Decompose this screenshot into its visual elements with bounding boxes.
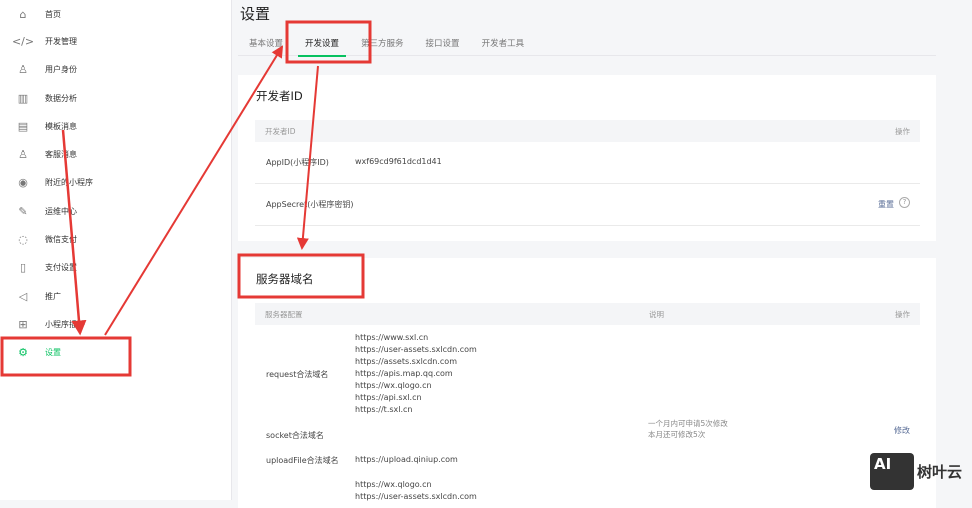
sidebar-item-wechat-pay[interactable]: ◌ 微信支付 xyxy=(0,225,232,253)
sidebar-item-promotion[interactable]: ◁ 推广 xyxy=(0,282,232,310)
domain-item: https://wx.qlogo.cn xyxy=(355,381,432,390)
tab-api-settings[interactable]: 接口设置 xyxy=(415,34,471,56)
sidebar-item-template-msg[interactable]: ▤ 模板消息 xyxy=(0,112,232,140)
sidebar: ⌂ 首页 </> 开发管理 ♙ 用户身份 ▥ 数据分析 ▤ 模板消息 ♙ 客服消息 ◉ 附近的… xyxy=(0,0,232,500)
sidebar-item-label: 客服消息 xyxy=(45,149,77,159)
sidebar-item-label: 数据分析 xyxy=(45,93,77,103)
tab-third-party[interactable]: 第三方服务 xyxy=(350,34,415,56)
domain-item: https://www.sxl.cn xyxy=(355,333,429,342)
domain-item: https://upload.qiniup.com xyxy=(355,455,458,464)
sidebar-item-settings[interactable]: ⚙ 设置 xyxy=(0,338,232,366)
pay-icon: ◌ xyxy=(18,232,28,246)
sidebar-item-dev-manage[interactable]: </> 开发管理 xyxy=(0,27,232,55)
domain-item: https://assets.sxlcdn.com xyxy=(355,357,457,366)
domain-item: https://user-assets.sxlcdn.com xyxy=(355,345,477,354)
grid-icon: ⊞ xyxy=(18,317,28,331)
developer-id-card: 开发者ID 开发者ID 操作 AppID(小程序ID) wxf69cd9f61d… xyxy=(238,75,936,241)
sidebar-item-plugins[interactable]: ⊞ 小程序插件 xyxy=(0,310,232,338)
domain-item: https://apis.map.qq.com xyxy=(355,369,453,378)
tab-basic-settings[interactable]: 基本设置 xyxy=(238,34,294,56)
domain-item: https://api.sxl.cn xyxy=(355,393,422,402)
request-domain-list: https://www.sxl.cn https://user-assets.s… xyxy=(355,332,477,416)
user-icon: ♙ xyxy=(18,147,28,161)
sidebar-item-label: 首页 xyxy=(45,9,61,19)
table-header: 服务器配置 说明 操作 xyxy=(255,303,920,325)
gear-icon: ⚙ xyxy=(18,345,28,359)
reset-button[interactable]: 重置 xyxy=(878,199,894,210)
watermark-text: 树叶云 xyxy=(917,463,963,481)
sidebar-item-label: 模板消息 xyxy=(45,121,77,131)
watermark-logo: AI xyxy=(870,453,914,490)
server-domain-card: 服务器域名 服务器配置 说明 操作 request合法域名 https://ww… xyxy=(238,258,936,508)
document-icon: ▤ xyxy=(17,119,29,133)
sidebar-item-label: 运维中心 xyxy=(45,206,77,216)
upload-domain-list: https://upload.qiniup.com xyxy=(355,454,458,466)
domain-item: https://wx.qlogo.cn xyxy=(355,480,432,489)
sidebar-item-ops[interactable]: ✎ 运维中心 xyxy=(0,197,232,225)
col-operation: 操作 xyxy=(895,310,910,319)
col-developer-id: 开发者ID xyxy=(265,127,296,136)
home-icon: ⌂ xyxy=(19,7,27,21)
sidebar-item-label: 小程序插件 xyxy=(45,319,85,329)
megaphone-icon: ◁ xyxy=(18,289,28,303)
socket-domain-label: socket合法域名 xyxy=(266,431,324,440)
wrench-icon: ✎ xyxy=(18,204,28,218)
sidebar-item-label: 推广 xyxy=(45,291,61,301)
chart-icon: ▥ xyxy=(17,91,29,105)
appsecret-label: AppSecret(小程序密钥) xyxy=(266,200,354,209)
download-domain-list: https://wx.qlogo.cn https://user-assets.… xyxy=(355,479,477,503)
description: 一个月内可申请5次修改 本月还可修改5次 xyxy=(648,418,728,440)
appid-label: AppID(小程序ID) xyxy=(266,158,329,167)
note-line: 一个月内可申请5次修改 xyxy=(648,419,728,428)
domain-item: https://user-assets.sxlcdn.com xyxy=(355,492,477,501)
upload-domain-label: uploadFile合法域名 xyxy=(266,456,339,465)
sidebar-item-nearby[interactable]: ◉ 附近的小程序 xyxy=(0,168,232,196)
appid-value: wxf69cd9f61dcd1d41 xyxy=(355,157,442,166)
tab-dev-tools[interactable]: 开发者工具 xyxy=(471,34,536,56)
note-line: 本月还可修改5次 xyxy=(648,430,706,439)
sidebar-item-user-identity[interactable]: ♙ 用户身份 xyxy=(0,55,232,83)
sidebar-item-customer-msg[interactable]: ♙ 客服消息 xyxy=(0,140,232,168)
sidebar-item-analytics[interactable]: ▥ 数据分析 xyxy=(0,84,232,112)
page-title: 设置 xyxy=(240,5,271,23)
sidebar-item-pay-settings[interactable]: ▯ 支付设置 xyxy=(0,253,232,281)
sidebar-item-label: 附近的小程序 xyxy=(45,177,93,187)
table-row: AppID(小程序ID) wxf69cd9f61dcd1d41 xyxy=(255,142,920,184)
section-title: 服务器域名 xyxy=(256,272,314,286)
sidebar-item-label: 开发管理 xyxy=(45,36,77,46)
user-icon: ♙ xyxy=(18,62,28,76)
watermark: AI 树叶云 xyxy=(870,453,962,490)
location-icon: ◉ xyxy=(18,175,28,189)
tab-dev-settings[interactable]: 开发设置 xyxy=(294,34,350,57)
domain-item: https://t.sxl.cn xyxy=(355,405,413,414)
modify-button[interactable]: 修改 xyxy=(894,425,910,436)
code-icon: </> xyxy=(11,34,35,48)
col-description: 说明 xyxy=(649,310,664,319)
sidebar-item-home[interactable]: ⌂ 首页 xyxy=(0,0,232,28)
table-row: AppSecret(小程序密钥) 重置 ? xyxy=(255,184,920,226)
sidebar-item-label: 支付设置 xyxy=(45,262,77,272)
phone-settings-icon: ▯ xyxy=(19,260,27,274)
help-icon[interactable]: ? xyxy=(899,197,910,208)
request-domain-label: request合法域名 xyxy=(266,370,329,379)
sidebar-item-label: 用户身份 xyxy=(45,64,77,74)
col-operation: 操作 xyxy=(895,127,910,136)
table-header: 开发者ID 操作 xyxy=(255,120,920,142)
col-server-config: 服务器配置 xyxy=(265,310,303,319)
sidebar-item-label: 微信支付 xyxy=(45,234,77,244)
sidebar-item-label: 设置 xyxy=(45,347,61,357)
tab-bar: 基本设置 开发设置 第三方服务 接口设置 开发者工具 xyxy=(238,34,936,57)
section-title: 开发者ID xyxy=(256,89,303,103)
